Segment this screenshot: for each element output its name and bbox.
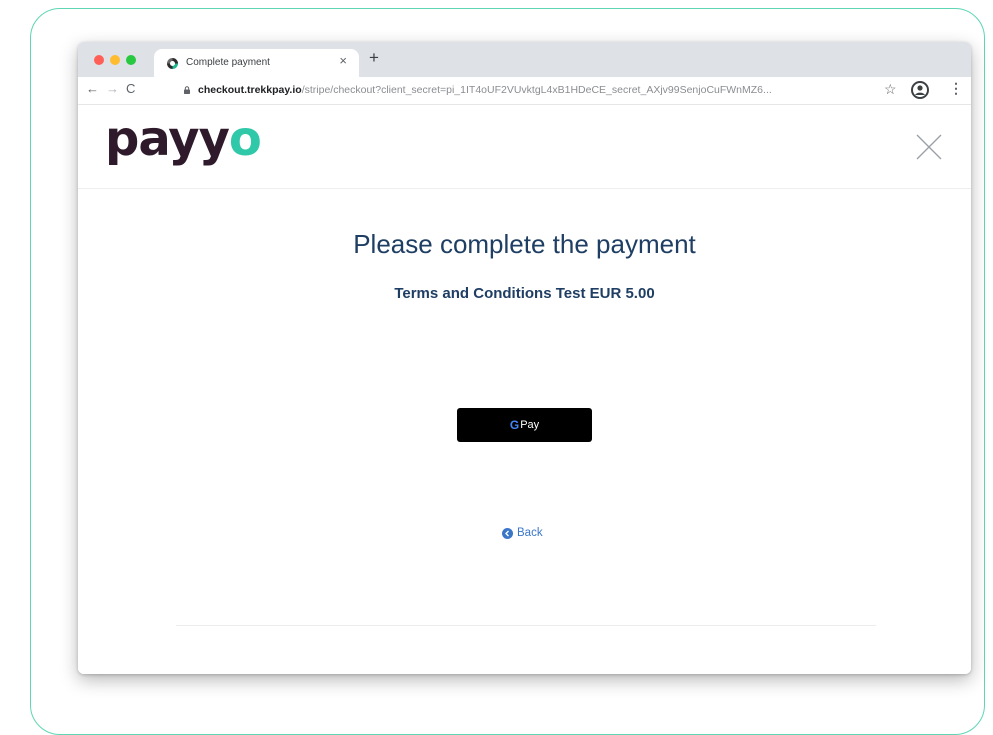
close-icon[interactable]: [916, 134, 942, 160]
lock-icon: [184, 86, 190, 94]
favicon-icon: [167, 58, 178, 69]
payyo-logo[interactable]: payyo: [105, 111, 262, 167]
back-link[interactable]: Back: [502, 527, 543, 539]
minimize-window-icon[interactable]: [110, 55, 120, 65]
forward-arrow-icon[interactable]: →: [106, 82, 119, 95]
google-pay-label: Pay: [520, 419, 540, 431]
star-bookmark-icon[interactable]: ☆: [884, 82, 897, 96]
order-description: Terms and Conditions Test: [394, 285, 590, 302]
url-path: /stripe/checkout?client_secret=pi_1IT4oU…: [301, 84, 772, 96]
maximize-window-icon[interactable]: [126, 55, 136, 65]
new-tab-button[interactable]: +: [369, 49, 379, 66]
tab-complete-payment[interactable]: Complete payment ×: [154, 49, 359, 77]
tab-close-icon[interactable]: ×: [339, 54, 347, 67]
browser-menu-icon[interactable]: ⋮: [949, 81, 963, 95]
checkout-page: payyo Please complete the payment Terms …: [78, 105, 971, 674]
google-g-icon: G: [510, 418, 519, 432]
tab-strip: Complete payment × +: [78, 42, 971, 77]
order-amount: EUR 5.00: [589, 285, 655, 302]
google-g-letter: G: [509, 418, 520, 432]
url-host: checkout.trekkpay.io: [198, 84, 302, 96]
tab-title: Complete payment: [186, 57, 270, 68]
logo-accent-text: o: [228, 111, 262, 167]
close-window-icon[interactable]: [94, 55, 104, 65]
browser-window: Complete payment × + ← → C checkout.trek…: [78, 42, 971, 674]
back-arrow-icon[interactable]: ←: [86, 82, 99, 95]
site-header: payyo: [78, 105, 971, 189]
back-label: Back: [517, 527, 543, 539]
profile-avatar-icon[interactable]: [911, 81, 929, 99]
page-title: Please complete the payment: [353, 229, 696, 259]
logo-main-text: payy: [105, 111, 230, 167]
reload-icon[interactable]: C: [126, 82, 135, 95]
browser-toolbar: ← → C checkout.trekkpay.io/stripe/checko…: [78, 77, 971, 105]
footer-divider: [176, 625, 876, 626]
payment-summary: Terms and Conditions Test EUR 5.00: [78, 285, 971, 302]
back-circle-icon: [502, 527, 513, 539]
address-bar[interactable]: checkout.trekkpay.io/stripe/checkout?cli…: [198, 84, 878, 96]
google-pay-button[interactable]: G Pay: [457, 408, 592, 442]
